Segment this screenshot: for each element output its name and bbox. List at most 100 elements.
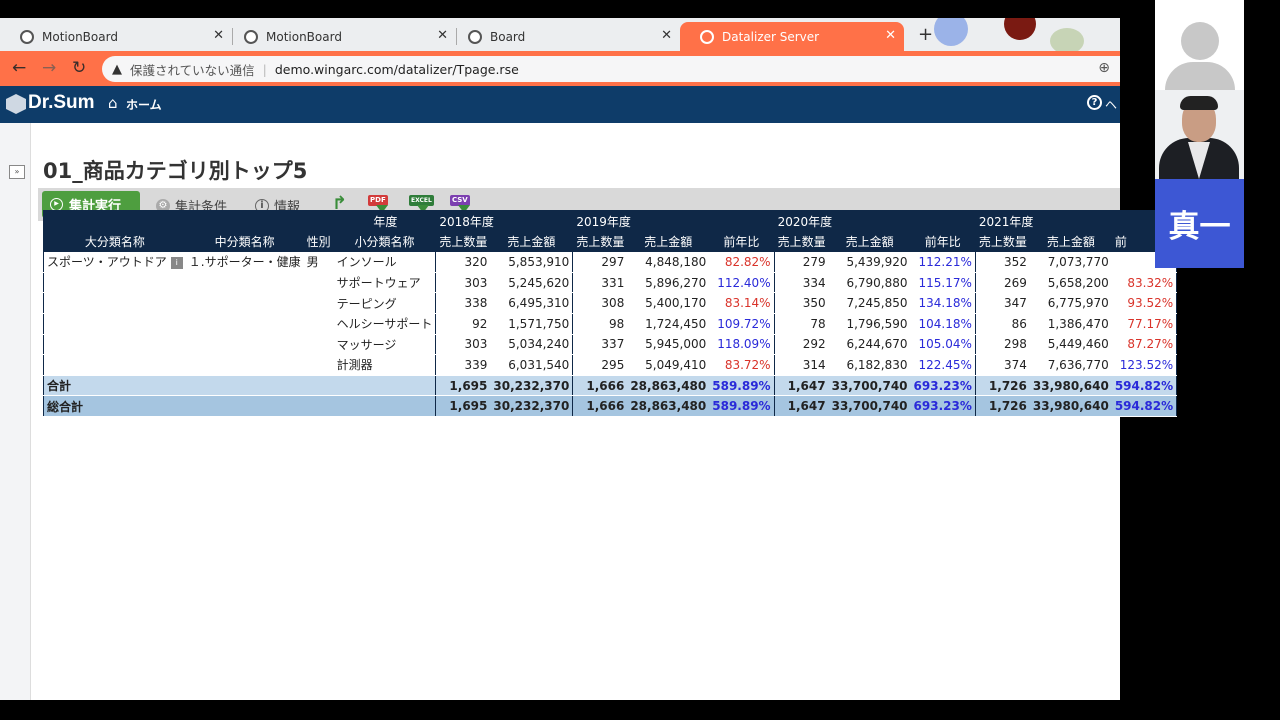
ratio-2021-cell: 594.82%	[1111, 395, 1177, 417]
table-row[interactable]: 計測器 339 6,031,540 295 5,049,410 83.72% 314 6,18…	[43, 354, 1177, 376]
ratio-2021-cell: 123.52%	[1111, 354, 1177, 376]
report-table: 年度 2018年度 2019年度 2020年度 2021年度 大分類名称 中分類…	[43, 210, 1178, 417]
col-amt-2018: 売上金額	[490, 231, 573, 252]
warning-icon[interactable]: ▲	[112, 62, 122, 77]
ratio-2021-cell: 93.52%	[1111, 292, 1177, 314]
table-row[interactable]: テーピング 338 6,495,310 308 5,400,170 83.14% 350 7,…	[43, 292, 1177, 314]
total-label: 総合計	[43, 395, 436, 417]
empty-cell	[43, 334, 186, 356]
grand-total-row: 総合計 1,695 30,232,370 1,666 28,863,480 589.89%…	[43, 395, 1177, 417]
table-row[interactable]: スポーツ・アウトドア i １.サポーター・健康男インソール 320 5,853,910 2…	[43, 251, 1177, 273]
amt-2020-cell: 5,439,920	[828, 251, 911, 273]
col-ratio-2020: 前年比	[910, 231, 976, 252]
avatar-placeholder-icon	[1181, 22, 1219, 60]
help-icon[interactable]: ?	[1087, 95, 1102, 110]
close-tab-icon[interactable]: ✕	[437, 28, 448, 43]
amt-2018-cell: 6,495,310	[490, 292, 573, 314]
zoom-icon[interactable]: ⊕	[1098, 60, 1110, 76]
col-middle-category: 中分類名称	[185, 231, 304, 252]
empty-cell	[43, 292, 186, 314]
tab-title: Datalizer Server	[722, 29, 820, 44]
ratio-2020-cell: 104.18%	[910, 313, 976, 335]
qty-2021-cell: 86	[974, 313, 1030, 335]
amt-2021-cell: 5,658,200	[1029, 272, 1112, 294]
omnibox-divider: |	[262, 61, 267, 77]
amt-2021-cell: 7,636,770	[1029, 354, 1112, 376]
middle-category-cell: １.サポーター・健康	[185, 251, 304, 273]
drilldown-info-icon[interactable]: i	[170, 256, 183, 269]
total-label: 合計	[43, 375, 436, 397]
ratio-2021-cell: 83.32%	[1111, 272, 1177, 294]
amt-2020-cell: 6,182,830	[828, 354, 911, 376]
url-input[interactable]: ▲ 保護されていない通信 | demo.wingarc.com/datalize…	[102, 56, 1120, 82]
close-tab-icon[interactable]: ✕	[661, 28, 672, 43]
minor-category-cell: テーピング	[333, 292, 436, 314]
amt-2021-cell: 1,386,470	[1029, 313, 1112, 335]
qty-2020-cell: 314	[773, 354, 829, 376]
new-tab-button[interactable]: +	[918, 24, 933, 45]
table-row[interactable]: ヘルシーサポート 92 1,571,750 98 1,724,450 109.72% 78 1…	[43, 313, 1177, 335]
ratio-2021-cell: 77.17%	[1111, 313, 1177, 335]
empty-cell	[43, 313, 186, 335]
home-icon[interactable]: ⌂	[108, 94, 118, 112]
qty-2019-cell: 297	[572, 251, 628, 273]
amt-2020-cell: 33,700,740	[828, 395, 911, 417]
gender-cell: 男	[303, 251, 334, 273]
back-arrow-icon[interactable]: ←	[12, 58, 26, 78]
qty-2018-cell: 1,695	[435, 375, 491, 397]
table-row[interactable]: サポートウェア 303 5,245,620 331 5,896,270 112.40% 33…	[43, 272, 1177, 294]
app-header: Dr.Sum ⌂ ホーム ? ヘ	[0, 86, 1120, 123]
amt-2019-cell: 5,945,000	[627, 334, 710, 356]
ratio-2019-cell: 83.14%	[709, 292, 775, 314]
qty-2019-cell: 308	[572, 292, 628, 314]
qty-2021-cell: 298	[974, 334, 1030, 356]
amt-2019-cell: 5,049,410	[627, 354, 710, 376]
qty-2021-cell: 1,726	[974, 395, 1030, 417]
qty-2018-cell: 339	[435, 354, 491, 376]
ratio-2021-cell: 87.27%	[1111, 334, 1177, 356]
col-gender: 性別	[303, 231, 334, 252]
amt-2018-cell: 5,853,910	[490, 251, 573, 273]
close-tab-icon[interactable]: ✕	[213, 28, 224, 43]
ratio-2019-cell: 112.40%	[709, 272, 775, 294]
qty-2021-cell: 347	[974, 292, 1030, 314]
col-amt-2020: 売上金額	[828, 231, 911, 252]
ratio-2020-cell: 115.17%	[910, 272, 976, 294]
avatar-placeholder-body	[1165, 62, 1235, 90]
col-ratio-2019: 前年比	[709, 231, 775, 252]
amt-2021-cell: 7,073,770	[1029, 251, 1112, 273]
empty-cell	[43, 354, 186, 376]
close-tab-icon[interactable]: ✕	[885, 28, 896, 43]
decorative-bubble	[1004, 18, 1036, 40]
left-rail: »	[0, 123, 31, 700]
home-link[interactable]: ホーム	[126, 96, 162, 113]
amt-2020-cell: 6,790,880	[828, 272, 911, 294]
empty-cell	[303, 354, 334, 376]
qty-2020-cell: 292	[773, 334, 829, 356]
ratio-2020-cell: 105.04%	[910, 334, 976, 356]
tab-motionboard-1[interactable]: MotionBoard ✕	[0, 22, 233, 51]
tab-board[interactable]: Board ✕	[448, 22, 680, 51]
ratio-2021-cell: 594.82%	[1111, 375, 1177, 397]
empty-cell	[303, 334, 334, 356]
tab-motionboard-2[interactable]: MotionBoard ✕	[224, 22, 457, 51]
header-row-years: 年度 2018年度 2019年度 2020年度 2021年度	[43, 210, 1177, 232]
qty-2019-cell: 98	[572, 313, 628, 335]
minor-category-cell: ヘルシーサポート	[333, 313, 436, 335]
ratio-2019-cell: 589.89%	[709, 375, 775, 397]
help-link[interactable]: ヘ	[1105, 96, 1117, 113]
motionboard-favicon-icon	[20, 29, 34, 44]
tab-datalizer-server[interactable]: Datalizer Server ✕	[680, 22, 904, 51]
amt-2018-cell: 5,034,240	[490, 334, 573, 356]
empty-cell	[185, 313, 304, 335]
tab-title: MotionBoard	[266, 29, 342, 44]
reload-icon[interactable]: ↻	[72, 58, 86, 78]
empty-cell	[185, 292, 304, 314]
webcam-panel: 真一	[1155, 0, 1244, 268]
app-logo[interactable]: Dr.Sum	[28, 92, 95, 114]
expand-panel-icon[interactable]: »	[9, 165, 25, 179]
table-row[interactable]: マッサージ 303 5,034,240 337 5,945,000 118.09% 292 6…	[43, 334, 1177, 356]
amt-2020-cell: 6,244,670	[828, 334, 911, 356]
ratio-2020-cell: 122.45%	[910, 354, 976, 376]
forward-arrow-icon[interactable]: →	[42, 58, 56, 78]
